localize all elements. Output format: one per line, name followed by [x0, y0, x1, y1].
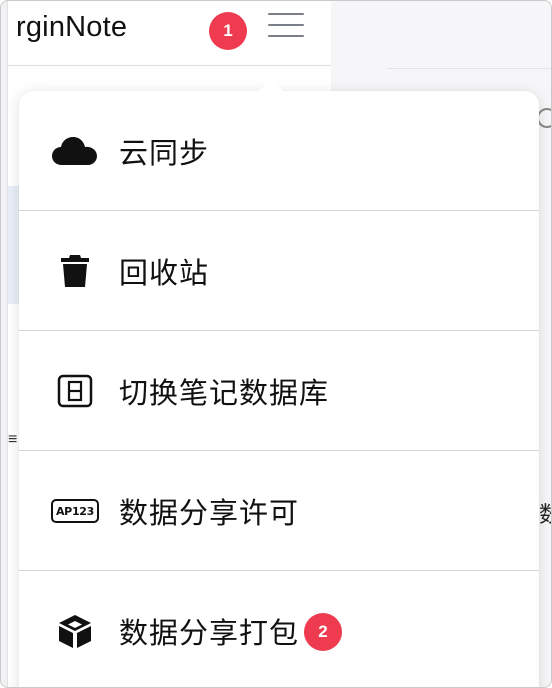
step-badge: 1 [209, 12, 247, 50]
main-menu-popover: 云同步 回收站 切换笔记数据库 AP123 数据分享许可 数据分享打包 [19, 91, 539, 687]
menu-item-label: 数据分享许可 [119, 496, 300, 530]
hamburger-menu-icon[interactable] [266, 11, 306, 41]
menu-item-label: 切换笔记数据库 [119, 376, 330, 410]
license-icon: AP123 [49, 491, 101, 531]
database-switch-icon [49, 371, 101, 411]
partial-text-fragment: 数 [539, 497, 551, 529]
step-badge: 2 [304, 613, 342, 651]
menu-item-trash[interactable]: 回收站 [19, 210, 539, 331]
pane-divider [8, 65, 331, 66]
menu-item-data-share-package[interactable]: 数据分享打包 [19, 570, 539, 687]
menu-item-label: 云同步 [119, 135, 210, 170]
menu-item-label: 回收站 [119, 256, 210, 290]
menu-item-switch-database[interactable]: 切换笔记数据库 [19, 330, 539, 451]
cloud-icon [49, 131, 101, 171]
menu-item-data-share-license[interactable]: AP123 数据分享许可 [19, 450, 539, 571]
app-title: rginNote [16, 11, 128, 43]
menu-item-cloud-sync[interactable]: 云同步 [19, 91, 539, 210]
license-icon-text: AP123 [51, 499, 99, 523]
package-box-icon [49, 611, 101, 651]
search-icon[interactable] [537, 108, 551, 128]
trash-icon [49, 251, 101, 291]
menu-item-label: 数据分享打包 [119, 616, 300, 650]
app-window: rginNote ≡ 数 1 云同步 [0, 0, 552, 688]
popover-arrow [258, 79, 284, 92]
pane-divider [387, 68, 551, 69]
